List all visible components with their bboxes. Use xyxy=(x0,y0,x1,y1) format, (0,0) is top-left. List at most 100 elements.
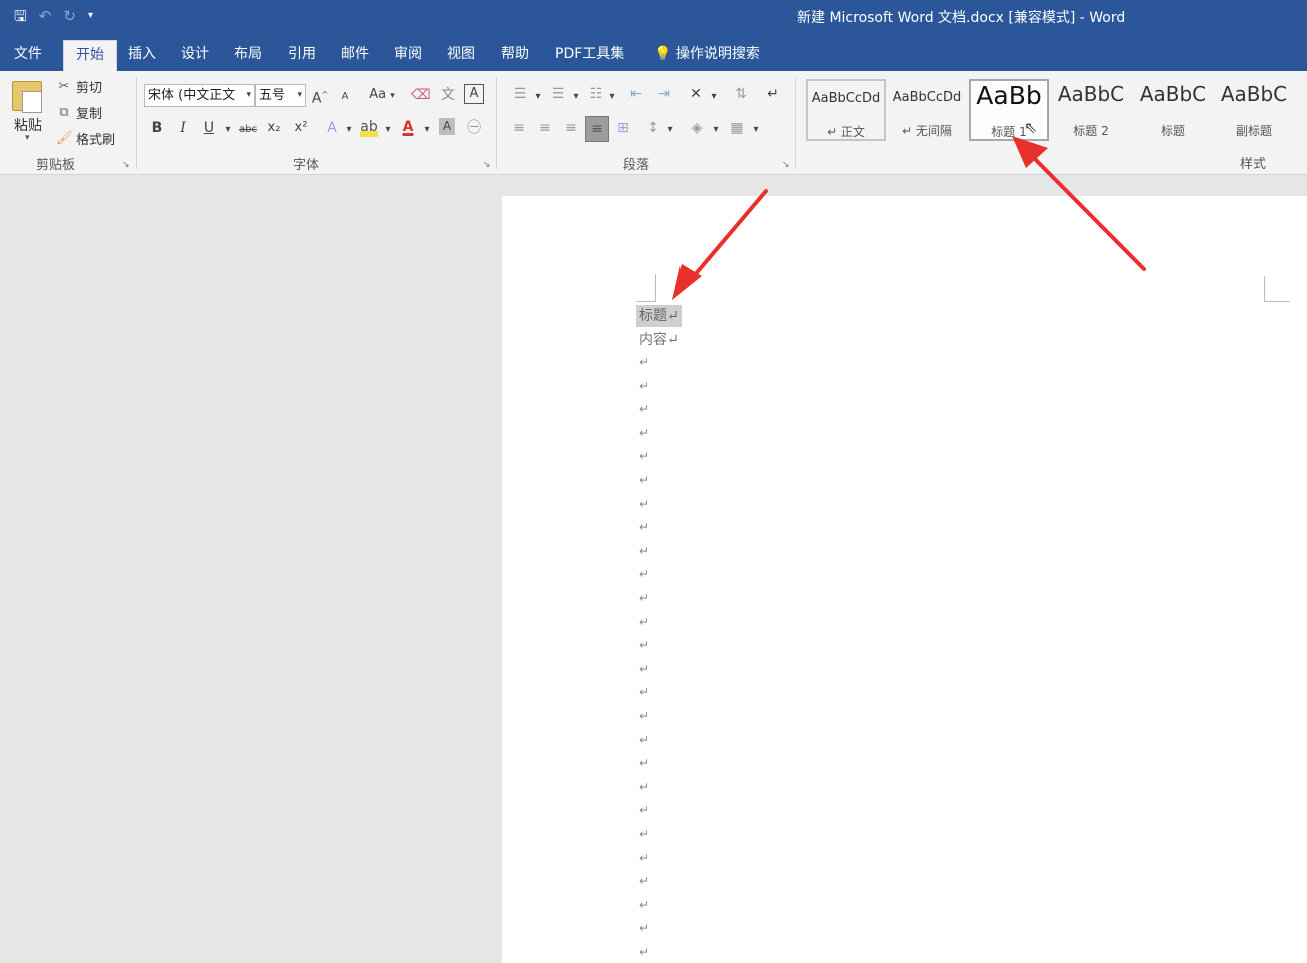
multilevel-list-icon[interactable]: ☷ xyxy=(585,84,607,104)
align-right-icon[interactable]: ≡ xyxy=(561,118,581,138)
distributed-icon[interactable]: ⊞ xyxy=(613,118,633,138)
paragraph-mark[interactable]: ↵ xyxy=(639,946,649,958)
paragraph-mark[interactable]: ↵ xyxy=(639,734,649,746)
shading-dropdown-icon[interactable]: ▾ xyxy=(711,120,721,140)
body-paragraph[interactable]: 内容↵ xyxy=(639,329,679,351)
paragraph-launcher-icon[interactable]: ↘ xyxy=(782,160,790,170)
copy-button[interactable]: ⧉ 复制 xyxy=(56,103,102,122)
paragraph-mark[interactable]: ↵ xyxy=(639,380,649,392)
phonetic-guide-icon[interactable]: 文 xyxy=(439,85,457,105)
tab-help[interactable]: 帮助 xyxy=(489,40,541,71)
paragraph-mark[interactable]: ↵ xyxy=(639,474,649,486)
tab-references[interactable]: 引用 xyxy=(276,40,328,71)
shading-icon[interactable]: ◈ xyxy=(687,118,707,138)
decrease-indent-icon[interactable]: ⇤ xyxy=(625,84,647,104)
font-name-select[interactable]: 宋体 (中文正文 ▾ xyxy=(144,84,255,107)
paragraph-mark[interactable]: ↵ xyxy=(639,875,649,887)
italic-button[interactable]: I xyxy=(175,118,191,138)
paragraph-mark[interactable]: ↵ xyxy=(639,427,649,439)
paragraph-mark[interactable]: ↵ xyxy=(639,616,649,628)
tell-me-search[interactable]: 💡 操作说明搜索 xyxy=(642,40,772,71)
tab-mailings[interactable]: 邮件 xyxy=(329,40,381,71)
tab-insert[interactable]: 插入 xyxy=(116,40,168,71)
highlight-dropdown-icon[interactable]: ▾ xyxy=(383,120,393,140)
highlight-icon[interactable]: ab xyxy=(360,117,378,137)
font-color-button[interactable]: A xyxy=(399,117,417,137)
paste-icon[interactable] xyxy=(12,81,42,113)
paragraph-mark[interactable]: ↵ xyxy=(639,828,649,840)
chinese-layout-dropdown-icon[interactable]: ▾ xyxy=(709,87,719,107)
font-color-dropdown-icon[interactable]: ▾ xyxy=(422,120,432,140)
underline-dropdown-icon[interactable]: ▾ xyxy=(223,120,233,140)
paragraph-mark[interactable]: ↵ xyxy=(639,781,649,793)
style-normal[interactable]: AaBbCcDd ↵ 正文 xyxy=(806,79,886,141)
numbering-dropdown-icon[interactable]: ▾ xyxy=(571,87,581,107)
paragraph-mark[interactable]: ↵ xyxy=(639,804,649,816)
clipboard-launcher-icon[interactable]: ↘ xyxy=(122,160,130,170)
multilevel-dropdown-icon[interactable]: ▾ xyxy=(607,87,617,107)
paragraph-mark[interactable]: ↵ xyxy=(639,592,649,604)
redo-icon[interactable]: ↻ xyxy=(63,5,76,27)
bullets-dropdown-icon[interactable]: ▾ xyxy=(533,87,543,107)
underline-button[interactable]: U xyxy=(201,118,217,138)
change-case-button[interactable]: Aa ▾ xyxy=(365,85,399,106)
bold-button[interactable]: B xyxy=(149,118,165,138)
increase-indent-icon[interactable]: ⇥ xyxy=(653,84,675,104)
text-effects-icon[interactable]: A xyxy=(323,118,341,138)
paragraph-mark[interactable]: ↵ xyxy=(639,899,649,911)
paste-button[interactable]: 粘贴 xyxy=(14,115,42,135)
tab-layout[interactable]: 布局 xyxy=(222,40,274,71)
heading-paragraph[interactable]: 标题↵ xyxy=(636,305,682,327)
paragraph-mark[interactable]: ↵ xyxy=(639,568,649,580)
strikethrough-button[interactable]: abc xyxy=(237,120,259,140)
style-no-spacing[interactable]: AaBbCcDd ↵ 无间隔 xyxy=(887,79,967,141)
save-icon[interactable]: 🖫 xyxy=(14,5,27,27)
borders-dropdown-icon[interactable]: ▾ xyxy=(751,120,761,140)
character-border-icon[interactable]: A xyxy=(464,84,484,104)
style-title[interactable]: AaBbC 标题 xyxy=(1133,79,1213,141)
undo-icon[interactable]: ↶ xyxy=(39,5,52,27)
style-heading-2[interactable]: AaBbC 标题 2 xyxy=(1051,79,1131,141)
paragraph-mark[interactable]: ↵ xyxy=(639,757,649,769)
align-center-icon[interactable]: ≡ xyxy=(535,118,555,138)
cut-button[interactable]: ✂ 剪切 xyxy=(56,77,102,96)
paragraph-mark[interactable]: ↵ xyxy=(639,521,649,533)
paragraph-mark[interactable]: ↵ xyxy=(639,663,649,675)
clear-formatting-icon[interactable]: ⌫ xyxy=(411,85,431,105)
enclose-characters-icon[interactable]: ㊀ xyxy=(465,118,483,138)
tab-review[interactable]: 审阅 xyxy=(382,40,434,71)
tab-home[interactable]: 开始 xyxy=(63,40,117,71)
justify-icon[interactable]: ≡ xyxy=(585,116,609,142)
show-marks-icon[interactable]: ↵ xyxy=(763,84,783,104)
grow-font-button[interactable]: A^ xyxy=(311,85,329,109)
text-effects-dropdown-icon[interactable]: ▾ xyxy=(344,120,354,140)
style-subtitle[interactable]: AaBbC 副标题 xyxy=(1214,79,1294,141)
paragraph-mark[interactable]: ↵ xyxy=(639,450,649,462)
tab-pdf-tools[interactable]: PDF工具集 xyxy=(543,40,636,71)
tab-file[interactable]: 文件 xyxy=(2,40,54,71)
numbering-icon[interactable]: ☰ xyxy=(547,84,569,104)
superscript-button[interactable]: x² xyxy=(291,118,311,138)
paragraph-mark[interactable]: ↵ xyxy=(639,686,649,698)
font-launcher-icon[interactable]: ↘ xyxy=(483,160,491,170)
character-shading-icon[interactable]: A xyxy=(439,118,455,135)
paragraph-mark[interactable]: ↵ xyxy=(639,639,649,651)
tab-design[interactable]: 设计 xyxy=(169,40,221,71)
paragraph-mark[interactable]: ↵ xyxy=(639,356,649,368)
subscript-button[interactable]: x₂ xyxy=(264,118,284,138)
align-left-icon[interactable]: ≡ xyxy=(509,118,529,138)
line-spacing-icon[interactable]: ↕ xyxy=(643,118,663,138)
paragraph-mark[interactable]: ↵ xyxy=(639,922,649,934)
font-size-select[interactable]: 五号 ▾ xyxy=(255,84,306,107)
shrink-font-button[interactable]: A xyxy=(337,87,353,107)
paragraph-mark[interactable]: ↵ xyxy=(639,710,649,722)
paragraph-mark[interactable]: ↵ xyxy=(639,852,649,864)
tab-view[interactable]: 视图 xyxy=(435,40,487,71)
paragraph-mark[interactable]: ↵ xyxy=(639,498,649,510)
borders-icon[interactable]: ▦ xyxy=(727,118,747,138)
customize-qat-icon[interactable]: ▾ xyxy=(88,5,93,27)
sort-icon[interactable]: ⇅ xyxy=(731,84,751,104)
paste-dropdown-icon[interactable]: ▾ xyxy=(25,133,30,143)
chinese-layout-icon[interactable]: ✕ xyxy=(685,84,707,104)
line-spacing-dropdown-icon[interactable]: ▾ xyxy=(665,120,675,140)
